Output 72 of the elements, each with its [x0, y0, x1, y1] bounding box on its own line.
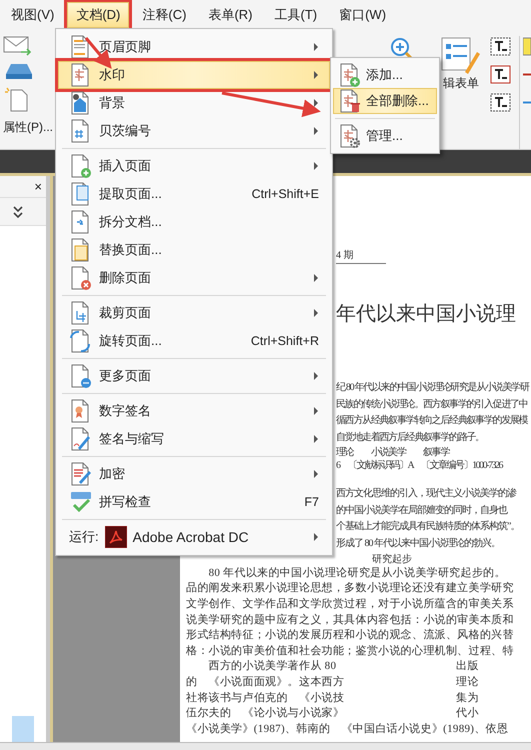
menu-item[interactable]: 签名与缩写	[58, 425, 330, 453]
watermark-add-icon	[338, 63, 362, 87]
submenu-item[interactable]: 添加...	[333, 62, 437, 88]
text-line: 80 年代以来的中国小说理论研究是从小说美学研究起步的。	[208, 566, 507, 581]
text-line: 社将该书与卢伯克的 《小说技	[186, 690, 346, 706]
menu-item[interactable]: 提取页面... Ctrl+Shift+E	[58, 180, 330, 208]
text-line: 纪 80 年代以来的中国小说理论研究是从小说美学研	[336, 380, 530, 395]
signature-icon	[69, 427, 93, 451]
menu-item[interactable]: 拼写检查 F7	[58, 488, 330, 516]
menu-item[interactable]: 数字签名	[58, 397, 330, 425]
rotate-page-icon	[69, 329, 93, 353]
menu-item[interactable]: 视图(V)	[2, 2, 64, 28]
section-heading: 研究起步	[371, 552, 413, 566]
text-line: 理论	[456, 674, 479, 690]
text-line: 西方文化思维的引入，现代主义小说美学的渗	[336, 486, 518, 501]
watermark-delete-icon	[338, 89, 362, 113]
text-field-icon	[489, 36, 513, 58]
issue-label: 4 期	[336, 248, 386, 264]
delete-page-icon	[69, 266, 93, 290]
menu-item[interactable]: 水印	[58, 61, 330, 89]
double-chevron-icon	[12, 204, 24, 218]
classification-line: 6 〔文献标识码〕A 〔文章编号〕1000-7326	[336, 460, 504, 472]
menu-item[interactable]: 窗口(W)	[330, 2, 396, 28]
text-line: 《小说美学》(1987)、韩南的 《中国白话小说史》(1989)、依恩	[186, 722, 510, 737]
text-line: 民族的传统小说理论。西方叙事学的引入促进了中	[336, 398, 528, 412]
menu-item[interactable]: 工具(T)	[265, 2, 326, 28]
text-field-icon	[489, 64, 513, 86]
watermark-settings-icon	[338, 124, 362, 148]
menu-item[interactable]: 替换页面...	[58, 236, 330, 264]
text-line: 形式结构特征；小说的发展历程和小说的观念、流派、风格的兴替	[186, 628, 515, 644]
menu-item[interactable]: 删除页面	[58, 264, 330, 292]
submenu-item[interactable]: 管理...	[333, 123, 437, 149]
menu-item[interactable]: 表单(R)	[199, 2, 262, 28]
text-line: 出版	[456, 659, 479, 674]
text-line: 西方的小说美学著作从 80	[208, 659, 338, 674]
menu-item[interactable]: 贝茨编号	[58, 117, 330, 145]
text-line: 代小	[456, 706, 479, 722]
text-line: 品的阐发来积累小说理论思想，多数小说理论还没有建立美学研究	[186, 581, 515, 596]
text-line: 文学创作、文学作品和文学欣赏过程，对于小说所蕴含的审美关系	[186, 597, 515, 612]
menu-item[interactable]: 运行: Adobe Acrobat DC	[58, 523, 330, 551]
text-line: 循西方从经典叙事学转向之后经典叙事学的发展模	[336, 414, 529, 428]
more-pages-icon	[69, 364, 93, 388]
text-line: 伍尔夫的 《论小说与小说家》	[186, 706, 346, 722]
text-line: 说美学研究的题中应有之义，其具体内容包括：小说的审美本质和	[186, 612, 515, 628]
menu-item[interactable]: 注释(C)	[133, 2, 196, 28]
menu-item[interactable]: 旋转页面... Ctrl+Shift+R	[58, 327, 330, 355]
close-button[interactable]: ×	[34, 180, 42, 193]
edit-form-button[interactable]: 辑表单	[441, 36, 481, 149]
email-icon	[3, 34, 33, 56]
spellcheck-icon	[69, 490, 93, 514]
menu-item[interactable]: 加密	[58, 460, 330, 488]
text-line: 格：小说的审美价值和社会功能；鉴赏小说的心理机制、过程、特	[186, 644, 515, 659]
text-line: 个基础上才能完成具有民族特质的体系构筑”。	[336, 520, 520, 534]
annotation-arrow	[84, 37, 112, 69]
menu-item[interactable]: 插入页面	[58, 152, 330, 180]
menu-item[interactable]: 裁剪页面	[58, 299, 330, 327]
text-line: 的中国小说美学在局部嬗变的同时，自身也	[336, 504, 508, 518]
article-title: 年代以来中国小说理	[336, 304, 517, 324]
menu-item[interactable]: 更多页面	[58, 362, 330, 390]
menu-item[interactable]: 文档(D)	[67, 2, 130, 28]
text-field-icon	[489, 92, 513, 114]
menu-item[interactable]: 拆分文档...	[58, 208, 330, 236]
menu-item[interactable]: 背景	[58, 89, 330, 117]
keywords-line: 理论 小说美学 叙事学	[336, 446, 451, 460]
thumbnail-placeholder	[12, 716, 34, 742]
text-line: 集为	[456, 690, 479, 706]
submenu-item[interactable]: 全部删除...	[333, 88, 437, 114]
insert-page-icon	[69, 154, 93, 178]
text-line: 形成了 80 年代以来中国小说理论的勃兴。	[336, 536, 501, 552]
text-line: 自觉地走着西方后经典叙事学的路子。	[336, 430, 485, 444]
pdf-app-icon	[104, 526, 127, 548]
text-line: 的 《小说面面观》。这本西方	[186, 674, 346, 690]
